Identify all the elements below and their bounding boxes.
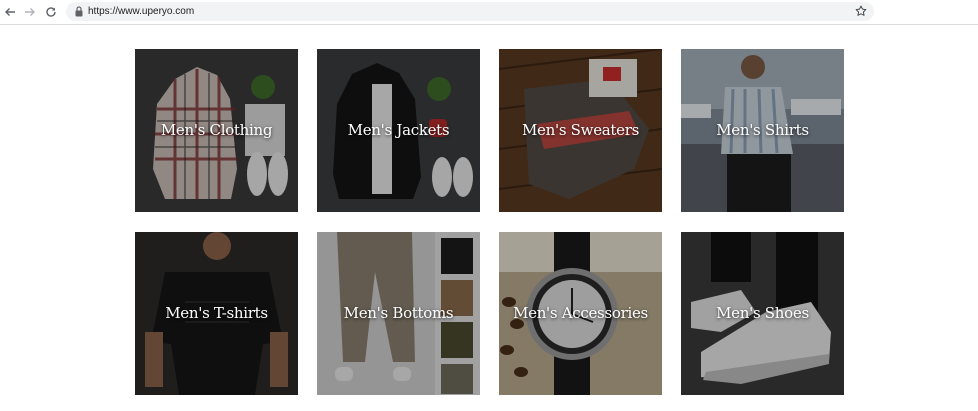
category-grid: Men's Clothing Men's Jackets Men's Sweat… [0,0,978,411]
category-tile-tshirts[interactable]: Men's T-shirts [135,232,298,395]
category-tile-accessories[interactable]: Men's Accessories [499,232,662,395]
category-label: Men's Bottoms [343,304,454,322]
category-tile-sweaters[interactable]: Men's Sweaters [499,49,662,212]
category-label: Men's Shirts [716,121,809,139]
category-tile-clothing[interactable]: Men's Clothing [135,49,298,212]
category-label: Men's Clothing [160,121,273,139]
category-label: Men's Jackets [347,121,450,139]
category-tile-jackets[interactable]: Men's Jackets [317,49,480,212]
category-label: Men's Accessories [513,304,648,322]
category-tile-bottoms[interactable]: Men's Bottoms [317,232,480,395]
category-tile-shoes[interactable]: Men's Shoes [681,232,844,395]
category-label: Men's Shoes [716,304,809,322]
category-tile-shirts[interactable]: Men's Shirts [681,49,844,212]
category-label: Men's Sweaters [522,121,639,139]
category-label: Men's T-shirts [165,304,268,322]
